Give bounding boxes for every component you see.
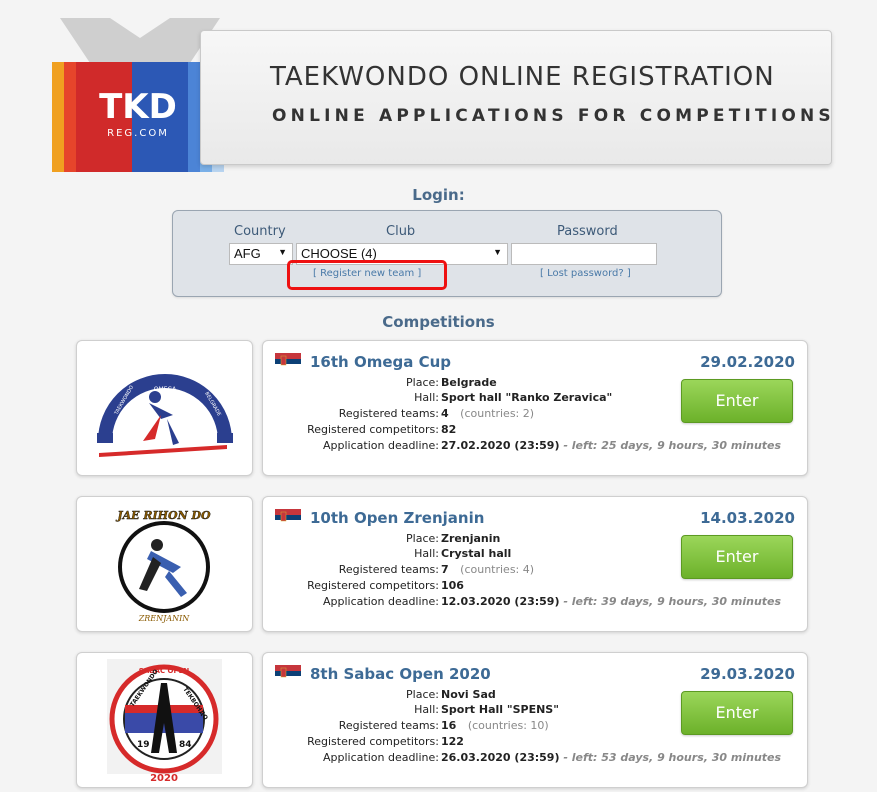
time-left: - left: 53 days, 9 hours, 30 minutes bbox=[563, 751, 782, 764]
hall-value: Crystal hall bbox=[441, 547, 512, 560]
competitors-label: Registered competitors: bbox=[307, 579, 439, 592]
countries-value: (countries: 2) bbox=[460, 407, 535, 420]
teams-label: Registered teams: bbox=[338, 563, 439, 576]
serbia-flag-icon bbox=[275, 509, 301, 526]
serbia-flag-icon bbox=[275, 353, 301, 370]
competition-name[interactable]: 16th Omega Cup bbox=[310, 353, 451, 371]
club-value: CHOOSE (4) bbox=[301, 246, 377, 261]
country-label: Country bbox=[234, 224, 286, 239]
place-value: Zrenjanin bbox=[441, 532, 501, 545]
competition-logo-card[interactable]: JAE RIHON DO ZRENJANIN bbox=[76, 496, 253, 632]
omega-cup-logo: OMEGA TAEKWONDO BELGRADE bbox=[97, 374, 233, 457]
enter-button[interactable]: Enter bbox=[681, 535, 793, 579]
competition-name[interactable]: 8th Sabac Open 2020 bbox=[310, 665, 491, 683]
competitors-value: 106 bbox=[441, 579, 464, 592]
countries-value: (countries: 4) bbox=[460, 563, 535, 576]
deadline-value: 12.03.2020 (23:59) bbox=[441, 595, 560, 608]
countries-value: (countries: 10) bbox=[467, 719, 549, 732]
place-label: Place: bbox=[406, 532, 439, 545]
logo-text: TKD bbox=[99, 87, 177, 127]
enter-button[interactable]: Enter bbox=[681, 379, 793, 423]
hall-label: Hall: bbox=[414, 547, 439, 560]
teams-label: Registered teams: bbox=[338, 407, 439, 420]
teams-label: Registered teams: bbox=[338, 719, 439, 732]
place-label: Place: bbox=[406, 376, 439, 389]
password-label: Password bbox=[557, 224, 618, 239]
place-label: Place: bbox=[406, 688, 439, 701]
competition-name[interactable]: 10th Open Zrenjanin bbox=[310, 509, 484, 527]
sabac-year: 2020 bbox=[150, 773, 178, 784]
chevron-down-icon: ▼ bbox=[278, 247, 287, 257]
country-select[interactable]: AFG ▼ bbox=[229, 243, 293, 265]
hall-value: Sport hall "Ranko Zeravica" bbox=[441, 391, 613, 404]
competition-date: 14.03.2020 bbox=[700, 509, 795, 527]
sabac-top-text: SABAC OPEN bbox=[139, 667, 190, 675]
chevron-down-icon: ▼ bbox=[493, 247, 502, 257]
hall-value: Sport Hall "SPENS" bbox=[441, 703, 559, 716]
zrenjanin-top-text: JAE RIHON DO bbox=[115, 509, 211, 522]
place-value: Novi Sad bbox=[441, 688, 496, 701]
time-left: - left: 25 days, 9 hours, 30 minutes bbox=[563, 439, 782, 452]
site-title: TAEKWONDO ONLINE REGISTRATION bbox=[270, 62, 775, 92]
sabac-year-left: 19 bbox=[137, 740, 150, 750]
hall-label: Hall: bbox=[414, 703, 439, 716]
teams-value: 4 bbox=[441, 407, 449, 420]
country-value: AFG bbox=[234, 246, 261, 261]
competition-card: 8th Sabac Open 2020 29.03.2020 Place: No… bbox=[262, 652, 808, 788]
competitors-value: 82 bbox=[441, 423, 457, 436]
competitors-label: Registered competitors: bbox=[307, 735, 439, 748]
password-input[interactable] bbox=[511, 243, 657, 265]
open-zrenjanin-logo: JAE RIHON DO ZRENJANIN bbox=[115, 509, 211, 623]
lost-password-link[interactable]: [ Lost password? ] bbox=[540, 268, 631, 279]
hall-label: Hall: bbox=[414, 391, 439, 404]
deadline-label: Application deadline: bbox=[323, 751, 439, 764]
competition-card: 10th Open Zrenjanin 14.03.2020 Place: Zr… bbox=[262, 496, 808, 632]
highlight-box bbox=[287, 260, 447, 290]
club-label: Club bbox=[386, 224, 416, 239]
deadline-label: Application deadline: bbox=[323, 595, 439, 608]
site-subtitle: ONLINE APPLICATIONS FOR COMPETITIONS bbox=[272, 106, 835, 126]
deadline-label: Application deadline: bbox=[323, 439, 439, 452]
deadline-value: 26.03.2020 (23:59) bbox=[441, 751, 560, 764]
teams-value: 7 bbox=[441, 563, 449, 576]
logo-sub: REG.COM bbox=[107, 128, 169, 139]
competition-date: 29.03.2020 bbox=[700, 665, 795, 683]
competition-logo-card[interactable]: SABAC OPEN 19 84 TAEKWONDO ТЕКВОНДО 2020 bbox=[76, 652, 253, 788]
zrenjanin-bottom-text: ZRENJANIN bbox=[138, 614, 191, 623]
deadline-value: 27.02.2020 (23:59) bbox=[441, 439, 560, 452]
competitors-value: 122 bbox=[441, 735, 464, 748]
competition-date: 29.02.2020 bbox=[700, 353, 795, 371]
sabac-open-logo: SABAC OPEN 19 84 TAEKWONDO ТЕКВОНДО 2020 bbox=[107, 659, 222, 784]
competitors-label: Registered competitors: bbox=[307, 423, 439, 436]
serbia-flag-icon bbox=[275, 665, 301, 682]
page: TKD REG.COM TAEKWONDO ONLINE REGISTRATIO… bbox=[0, 0, 877, 792]
teams-value: 16 bbox=[441, 719, 457, 732]
time-left: - left: 39 days, 9 hours, 30 minutes bbox=[563, 595, 782, 608]
competition-logo-card[interactable]: OMEGA TAEKWONDO BELGRADE bbox=[76, 340, 253, 476]
sabac-year-right: 84 bbox=[179, 740, 192, 750]
place-value: Belgrade bbox=[441, 376, 497, 389]
login-heading: Login: bbox=[412, 186, 465, 204]
competitions-heading: Competitions bbox=[382, 313, 495, 331]
header-banner bbox=[200, 30, 832, 165]
competition-card: 16th Omega Cup 29.02.2020 Place: Belgrad… bbox=[262, 340, 808, 476]
enter-button[interactable]: Enter bbox=[681, 691, 793, 735]
